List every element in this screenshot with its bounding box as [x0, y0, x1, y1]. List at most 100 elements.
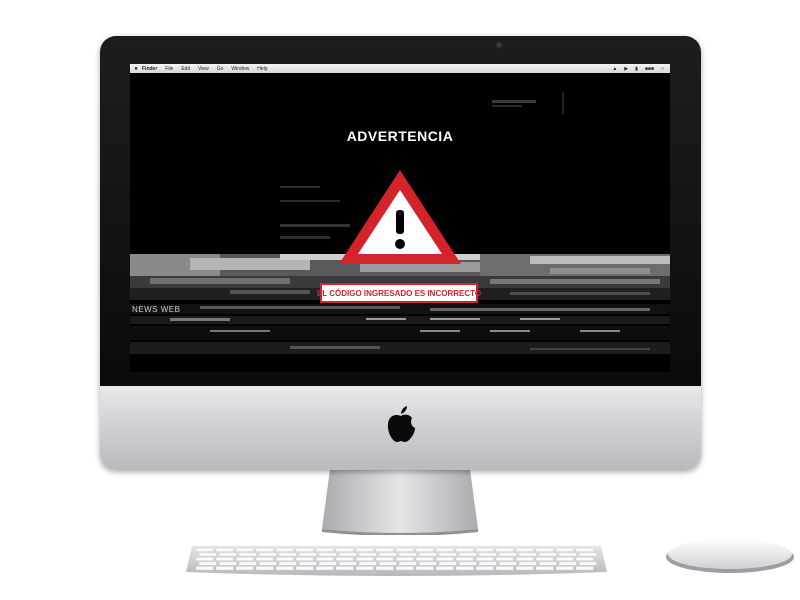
error-message: EL CÓDIGO INGRESADO ES INCORRECTO — [317, 283, 481, 303]
keyboard-key — [278, 561, 297, 566]
keyboard-key — [215, 556, 234, 562]
keyboard-key — [478, 552, 497, 557]
keyboard-key — [258, 552, 277, 557]
keyboard-key — [458, 561, 477, 566]
keyboard-key — [295, 566, 314, 571]
keyboard-key — [475, 556, 494, 562]
keyboard-key — [355, 547, 374, 552]
warning-triangle-icon — [339, 170, 461, 264]
keyboard-key — [495, 556, 514, 562]
battery-icon[interactable]: ▮ — [635, 66, 638, 72]
keyboard-key — [298, 552, 317, 557]
keyboard-key — [395, 556, 414, 562]
keyboard-key — [335, 556, 354, 562]
spotlight-icon[interactable]: ○ — [661, 66, 664, 72]
menu-window[interactable]: Window — [231, 66, 249, 72]
keyboard-key — [338, 552, 357, 557]
menu-file[interactable]: File — [165, 66, 173, 72]
clock-icon[interactable]: ■■■ — [645, 66, 654, 72]
keyboard-key — [555, 547, 574, 552]
keyboard-key — [195, 556, 214, 562]
product-photo: ● Finder File Edit View Go Window Help ▲… — [0, 0, 800, 600]
keyboard-key — [315, 556, 334, 562]
keyboard-key — [478, 561, 497, 566]
keyboard-key — [438, 561, 457, 566]
apple-logo-icon — [387, 406, 415, 442]
keyboard-key — [498, 552, 517, 557]
apple-menu-icon[interactable]: ● — [130, 66, 142, 72]
keyboard-key — [518, 561, 537, 566]
keyboard-key — [398, 552, 417, 557]
webcam-icon — [496, 42, 503, 49]
keyboard-key — [275, 556, 294, 562]
keyboard-key — [578, 561, 597, 566]
keyboard-key — [558, 561, 577, 566]
keyboard-key — [295, 556, 314, 562]
keyboard-key — [538, 561, 557, 566]
keyboard-key — [315, 566, 334, 571]
menu-help[interactable]: Help — [257, 66, 267, 72]
keyboard-key — [515, 566, 534, 571]
keyboard-key — [495, 566, 514, 571]
keyboard-key — [518, 552, 537, 557]
keyboard-key — [358, 552, 377, 557]
keyboard-key — [275, 547, 294, 552]
keyboard-key — [215, 547, 234, 552]
keyboard-key — [495, 547, 514, 552]
keyboard-key — [378, 561, 397, 566]
keyboard-key — [278, 552, 297, 557]
desktop-screen: ● Finder File Edit View Go Window Help ▲… — [130, 64, 670, 372]
keyboard-key — [235, 556, 254, 562]
keyboard-key — [235, 566, 254, 571]
keyboard-key — [535, 547, 554, 552]
keyboard-key — [575, 566, 594, 571]
keyboard-key — [338, 561, 357, 566]
keyboard-key — [298, 561, 317, 566]
keyboard-key — [455, 566, 474, 571]
keyboard-key — [218, 561, 237, 566]
keyboard-key — [535, 566, 554, 571]
keyboard-key — [398, 561, 417, 566]
keyboard-key — [575, 556, 594, 562]
keyboard-key — [535, 556, 554, 562]
keyboard-key — [198, 561, 217, 566]
keyboard-key — [218, 552, 237, 557]
keyboard-key — [258, 561, 277, 566]
background-brand-text: NEWS WEB — [132, 305, 181, 314]
menu-edit[interactable]: Edit — [181, 66, 190, 72]
keyboard-key — [455, 547, 474, 552]
keyboard-key — [415, 556, 434, 562]
keyboard-key — [215, 566, 234, 571]
keyboard-key — [575, 547, 594, 552]
keyboard-key — [195, 547, 214, 552]
keyboard-key — [375, 556, 394, 562]
volume-icon[interactable]: ▶ — [624, 66, 628, 72]
keyboard-key — [198, 552, 217, 557]
keyboard-key — [555, 556, 574, 562]
keyboard-key — [238, 561, 257, 566]
keyboard-key — [255, 547, 274, 552]
keyboard-key — [578, 552, 597, 557]
menu-status-area: ▲ ▶ ▮ ■■■ ○ — [612, 64, 664, 73]
keyboard-key — [378, 552, 397, 557]
keyboard-key — [435, 556, 454, 562]
keyboard-key — [195, 566, 214, 571]
keyboard-key — [355, 556, 374, 562]
wifi-icon[interactable]: ▲ — [612, 66, 617, 72]
menu-app-name[interactable]: Finder — [142, 66, 157, 72]
keyboard-key — [418, 552, 437, 557]
keyboard-key — [275, 566, 294, 571]
keyboard-key — [335, 566, 354, 571]
keyboard-key — [375, 566, 394, 571]
keyboard-key — [255, 556, 274, 562]
warning-title: ADVERTENCIA — [346, 128, 454, 144]
keyboard-key — [295, 547, 314, 552]
menu-view[interactable]: View — [198, 66, 209, 72]
keyboard-key — [358, 561, 377, 566]
wireless-keyboard — [186, 546, 607, 576]
keyboard-key — [475, 547, 494, 552]
keyboard-key — [375, 547, 394, 552]
keyboard-key — [458, 552, 477, 557]
keyboard-key — [335, 547, 354, 552]
menu-go[interactable]: Go — [217, 66, 224, 72]
